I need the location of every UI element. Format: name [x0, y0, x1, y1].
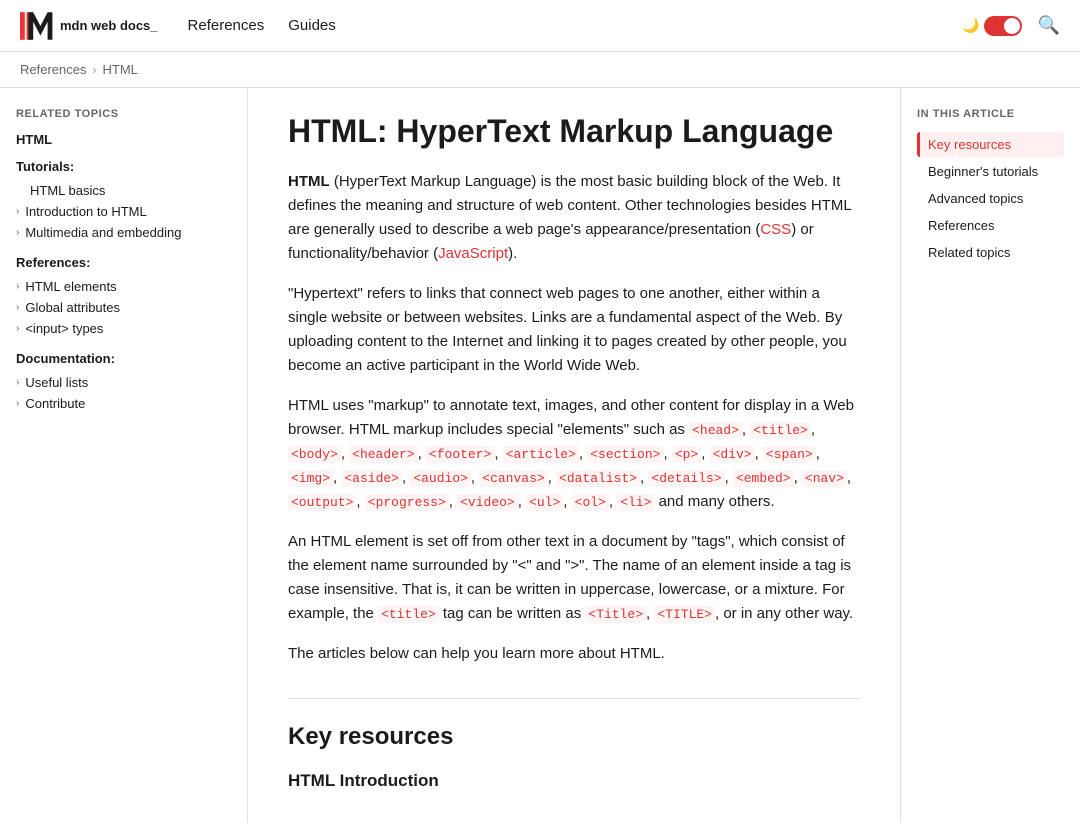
- sidebar-left: RELATED TOPICS HTML Tutorials: HTML basi…: [0, 88, 248, 823]
- code-video: <video>: [457, 494, 518, 511]
- moon-icon: 🌙: [962, 17, 979, 34]
- code-footer: <footer>: [426, 446, 494, 463]
- chevron-right-icon: ›: [16, 206, 19, 217]
- documentation-label: Documentation:: [16, 351, 231, 366]
- tutorials-label: Tutorials:: [16, 159, 231, 174]
- toc-item-advanced-topics[interactable]: Advanced topics: [917, 186, 1064, 211]
- nav-references[interactable]: References: [188, 17, 265, 34]
- code-article: <article>: [503, 446, 579, 463]
- code-header: <header>: [349, 446, 417, 463]
- sidebar-item-multimedia[interactable]: › Multimedia and embedding: [16, 222, 231, 243]
- logo[interactable]: mdn web docs_: [20, 12, 158, 40]
- chevron-right-icon: ›: [16, 377, 19, 388]
- code-nav: <nav>: [802, 470, 847, 487]
- references-label: References:: [16, 255, 231, 270]
- css-link[interactable]: CSS: [760, 221, 791, 238]
- intro-paragraph-5: The articles below can help you learn mo…: [288, 642, 860, 666]
- sidebar-item-html-elements[interactable]: › HTML elements: [16, 276, 231, 297]
- sidebar-right: IN THIS ARTICLE Key resources Beginner's…: [900, 88, 1080, 823]
- code-details: <details>: [648, 470, 724, 487]
- page-title: HTML: HyperText Markup Language: [288, 112, 860, 150]
- top-navigation: mdn web docs_ References Guides 🌙 🔍: [0, 0, 1080, 52]
- sidebar-item-html-basics[interactable]: HTML basics: [16, 180, 231, 201]
- toc-item-references[interactable]: References: [917, 213, 1064, 238]
- breadcrumb-separator: ›: [92, 63, 96, 77]
- theme-toggle[interactable]: 🌙: [962, 16, 1021, 36]
- breadcrumb-html[interactable]: HTML: [102, 62, 137, 77]
- sidebar-item-useful-lists[interactable]: › Useful lists: [16, 372, 231, 393]
- key-resources-heading: Key resources: [288, 698, 860, 751]
- sidebar-item-contribute[interactable]: › Contribute: [16, 393, 231, 414]
- code-head: <head>: [689, 422, 742, 439]
- code-title: <title>: [750, 422, 811, 439]
- code-img: <img>: [288, 470, 333, 487]
- code-ul: <ul>: [526, 494, 563, 511]
- nav-links: References Guides: [188, 17, 336, 34]
- page-layout: RELATED TOPICS HTML Tutorials: HTML basi…: [0, 88, 1080, 823]
- code-span: <span>: [763, 446, 816, 463]
- chevron-right-icon: ›: [16, 281, 19, 292]
- code-aside: <aside>: [341, 470, 402, 487]
- breadcrumb-references[interactable]: References: [20, 62, 86, 77]
- sidebar-item-intro-html[interactable]: › Introduction to HTML: [16, 201, 231, 222]
- search-button[interactable]: 🔍: [1038, 15, 1060, 36]
- code-title-inline: <title>: [378, 606, 439, 623]
- sidebar-item-input-types[interactable]: › <input> types: [16, 318, 231, 339]
- code-output: <output>: [288, 494, 356, 511]
- code-audio: <audio>: [410, 470, 471, 487]
- code-p: <p>: [672, 446, 701, 463]
- main-content: HTML: HyperText Markup Language HTML (Hy…: [248, 88, 900, 823]
- code-TITLE-upper: <TITLE>: [654, 606, 715, 623]
- toc-item-key-resources[interactable]: Key resources: [917, 132, 1064, 157]
- code-Title-case: <Title>: [585, 606, 646, 623]
- toc-item-beginners-tutorials[interactable]: Beginner's tutorials: [917, 159, 1064, 184]
- chevron-right-icon: ›: [16, 398, 19, 409]
- code-section: <section>: [587, 446, 663, 463]
- sidebar-section-title: RELATED TOPICS: [16, 108, 231, 120]
- chevron-right-icon: ›: [16, 227, 19, 238]
- toggle-track[interactable]: [984, 16, 1022, 36]
- breadcrumb: References › HTML: [0, 52, 1080, 88]
- code-body: <body>: [288, 446, 341, 463]
- code-progress: <progress>: [365, 494, 449, 511]
- html-bold: HTML: [288, 173, 330, 190]
- intro-paragraph-2: "Hypertext" refers to links that connect…: [288, 282, 860, 378]
- code-li: <li>: [617, 494, 654, 511]
- code-ol: <ol>: [572, 494, 609, 511]
- toc-title: IN THIS ARTICLE: [917, 108, 1064, 120]
- chevron-right-icon: ›: [16, 323, 19, 334]
- toggle-thumb: [1004, 18, 1020, 34]
- code-canvas: <canvas>: [479, 470, 547, 487]
- sidebar-html-label: HTML: [16, 132, 231, 147]
- chevron-right-icon: ›: [16, 302, 19, 313]
- logo-text: mdn web docs_: [60, 18, 158, 33]
- sidebar-item-global-attrs[interactable]: › Global attributes: [16, 297, 231, 318]
- code-div: <div>: [710, 446, 755, 463]
- javascript-link[interactable]: JavaScript: [438, 245, 508, 262]
- nav-right: 🌙 🔍: [962, 15, 1060, 36]
- intro-paragraph-1: HTML (HyperText Markup Language) is the …: [288, 170, 860, 266]
- intro-paragraph-3: HTML uses "markup" to annotate text, ima…: [288, 394, 860, 514]
- nav-guides[interactable]: Guides: [288, 17, 336, 34]
- intro-paragraph-4: An HTML element is set off from other te…: [288, 530, 860, 626]
- code-embed: <embed>: [733, 470, 794, 487]
- code-datalist: <datalist>: [556, 470, 640, 487]
- html-intro-subheading: HTML Introduction: [288, 771, 860, 791]
- toc-item-related-topics[interactable]: Related topics: [917, 240, 1064, 265]
